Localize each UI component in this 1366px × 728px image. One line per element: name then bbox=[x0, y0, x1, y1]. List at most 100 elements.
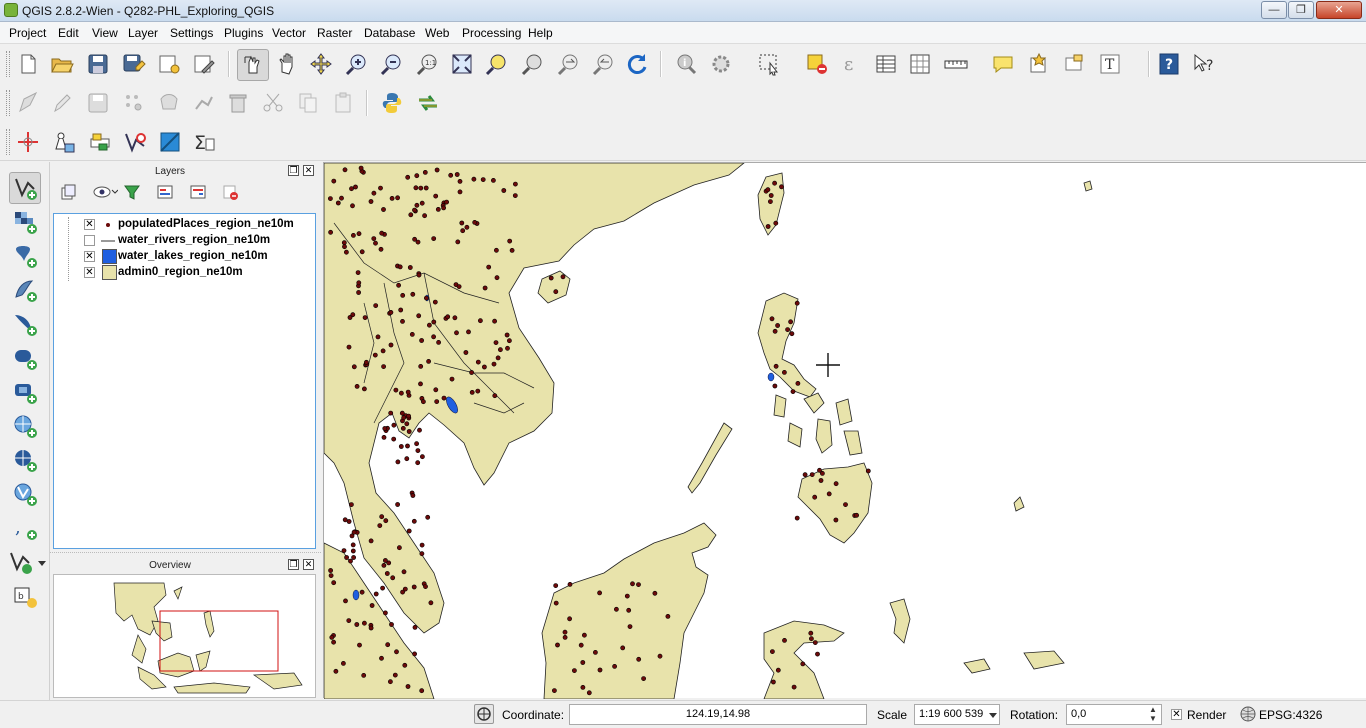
layer-visibility-checkbox[interactable]: ✕ bbox=[84, 267, 95, 278]
gps-tools-icon[interactable] bbox=[50, 128, 78, 156]
pan-to-selection-icon[interactable] bbox=[307, 50, 335, 78]
select-features-icon[interactable] bbox=[755, 50, 783, 78]
add-feature-icon[interactable] bbox=[120, 89, 148, 117]
save-as-icon[interactable] bbox=[120, 50, 148, 78]
layer-visibility-checkbox[interactable]: ✕ bbox=[84, 219, 95, 230]
spatial-query-icon[interactable] bbox=[156, 128, 184, 156]
move-feature-icon[interactable] bbox=[155, 89, 183, 117]
add-raster-layer-icon[interactable] bbox=[11, 208, 39, 236]
layer-row[interactable]: water_rivers_region_ne10m bbox=[60, 233, 310, 249]
save-project-icon[interactable] bbox=[84, 50, 112, 78]
layer-row[interactable]: ✕ water_lakes_region_ne10m bbox=[60, 249, 310, 265]
python-console-icon[interactable] bbox=[378, 89, 406, 117]
menu-web[interactable]: Web bbox=[425, 26, 449, 40]
close-panel-icon[interactable]: ✕ bbox=[303, 165, 314, 176]
close-panel-icon[interactable]: ✕ bbox=[303, 559, 314, 570]
new-shapefile-layer-icon[interactable] bbox=[7, 548, 35, 576]
add-db2-layer-icon[interactable] bbox=[11, 378, 39, 406]
menu-vector[interactable]: Vector bbox=[272, 26, 306, 40]
statistics-sum-icon[interactable]: Σ bbox=[190, 128, 218, 156]
refresh-icon[interactable] bbox=[623, 50, 651, 78]
menu-processing[interactable]: Processing bbox=[462, 26, 521, 40]
menu-plugins[interactable]: Plugins bbox=[224, 26, 263, 40]
crs-label[interactable]: EPSG:4326 bbox=[1259, 708, 1322, 722]
menu-view[interactable]: View bbox=[92, 26, 118, 40]
cut-features-icon[interactable] bbox=[259, 89, 287, 117]
float-panel-icon[interactable]: ❐ bbox=[288, 559, 299, 570]
map-tips-icon[interactable] bbox=[989, 50, 1017, 78]
node-tool-icon[interactable] bbox=[190, 89, 218, 117]
close-button[interactable]: ✕ bbox=[1316, 1, 1362, 19]
overview-map[interactable] bbox=[53, 574, 316, 698]
menu-layer[interactable]: Layer bbox=[128, 26, 158, 40]
delete-selected-icon[interactable] bbox=[224, 89, 252, 117]
zoom-out-icon[interactable] bbox=[378, 50, 406, 78]
minimize-button[interactable]: — bbox=[1261, 1, 1287, 19]
coordinate-field[interactable]: 124.19,14.98 bbox=[569, 704, 867, 725]
spin-arrows-icon[interactable]: ▲ ▼ bbox=[1149, 705, 1157, 723]
add-oracle-layer-icon[interactable] bbox=[11, 344, 39, 372]
crs-globe-icon[interactable] bbox=[1240, 706, 1256, 722]
georeferencer-icon[interactable] bbox=[14, 128, 42, 156]
toggle-coordinate-display-icon[interactable] bbox=[474, 704, 494, 724]
add-group-icon[interactable] bbox=[56, 180, 80, 204]
map-canvas[interactable] bbox=[323, 162, 1366, 700]
layer-row[interactable]: ✕ populatedPlaces_region_ne10m bbox=[60, 217, 310, 281]
render-checkbox[interactable]: ✕ bbox=[1171, 709, 1182, 720]
open-attribute-table-icon[interactable] bbox=[872, 50, 900, 78]
zoom-actual-size-icon[interactable]: 1:1 bbox=[414, 50, 442, 78]
chevron-down-icon[interactable] bbox=[989, 713, 997, 718]
layer-visibility-checkbox[interactable] bbox=[84, 235, 95, 246]
identify-features-icon[interactable]: i bbox=[672, 50, 700, 78]
layer-visibility-checkbox[interactable]: ✕ bbox=[84, 251, 95, 262]
copy-features-icon[interactable] bbox=[294, 89, 322, 117]
scale-combobox[interactable]: 1:19 600 539 bbox=[914, 704, 1000, 725]
menu-database[interactable]: Database bbox=[364, 26, 415, 40]
open-project-icon[interactable] bbox=[48, 50, 76, 78]
save-layer-edits-icon[interactable] bbox=[84, 89, 112, 117]
field-calculator-icon[interactable] bbox=[906, 50, 934, 78]
zoom-next-icon[interactable] bbox=[590, 50, 618, 78]
menu-raster[interactable]: Raster bbox=[317, 26, 352, 40]
zoom-full-icon[interactable] bbox=[448, 50, 476, 78]
processing-toolbox-icon[interactable] bbox=[414, 89, 442, 117]
add-wms-layer-icon[interactable] bbox=[11, 412, 39, 440]
toolbar-grip[interactable] bbox=[6, 51, 10, 77]
menu-edit[interactable]: Edit bbox=[58, 26, 79, 40]
new-print-composer-icon[interactable] bbox=[155, 50, 183, 78]
add-vector-layer-icon[interactable] bbox=[9, 172, 41, 204]
whats-this-icon[interactable]: ? bbox=[1190, 50, 1218, 78]
menu-project[interactable]: Project bbox=[9, 26, 46, 40]
filter-legend-icon[interactable] bbox=[120, 180, 144, 204]
pan-map-icon[interactable] bbox=[237, 49, 269, 81]
rotation-spinbox[interactable]: 0,0 ▲ ▼ bbox=[1066, 704, 1162, 725]
help-contents-icon[interactable]: ? bbox=[1155, 50, 1183, 78]
show-bookmarks-icon[interactable] bbox=[1060, 50, 1088, 78]
new-bookmark-icon[interactable] bbox=[1025, 50, 1053, 78]
composer-manager-icon[interactable] bbox=[190, 50, 218, 78]
text-annotation-icon[interactable]: T bbox=[1096, 50, 1124, 78]
add-postgis-layer-icon[interactable] bbox=[11, 242, 39, 270]
float-panel-icon[interactable]: ❐ bbox=[288, 165, 299, 176]
zoom-in-icon[interactable] bbox=[343, 50, 371, 78]
remove-layer-icon[interactable] bbox=[218, 180, 242, 204]
menu-help[interactable]: Help bbox=[528, 26, 553, 40]
topology-checker-icon[interactable] bbox=[121, 128, 149, 156]
toolbar-grip[interactable] bbox=[6, 129, 10, 155]
menu-settings[interactable]: Settings bbox=[170, 26, 213, 40]
add-mssql-layer-icon[interactable] bbox=[11, 310, 39, 338]
current-edits-icon[interactable] bbox=[14, 89, 42, 117]
zoom-to-layer-icon[interactable] bbox=[519, 50, 547, 78]
collapse-all-icon[interactable] bbox=[186, 180, 210, 204]
select-by-expression-icon[interactable]: ε bbox=[838, 50, 866, 78]
toolbar-grip[interactable] bbox=[6, 90, 10, 116]
deselect-features-icon[interactable] bbox=[803, 50, 831, 78]
new-project-icon[interactable] bbox=[14, 50, 42, 78]
zoom-last-icon[interactable] bbox=[555, 50, 583, 78]
run-feature-action-icon[interactable] bbox=[707, 50, 735, 78]
maximize-button[interactable]: ❐ bbox=[1288, 1, 1314, 19]
add-virtual-layer-icon[interactable]: b bbox=[11, 582, 39, 610]
coordinate-capture-icon[interactable] bbox=[86, 128, 114, 156]
layer-row[interactable]: ✕ admin0_region_ne10m bbox=[60, 265, 310, 281]
add-wfs-layer-icon[interactable] bbox=[11, 480, 39, 508]
